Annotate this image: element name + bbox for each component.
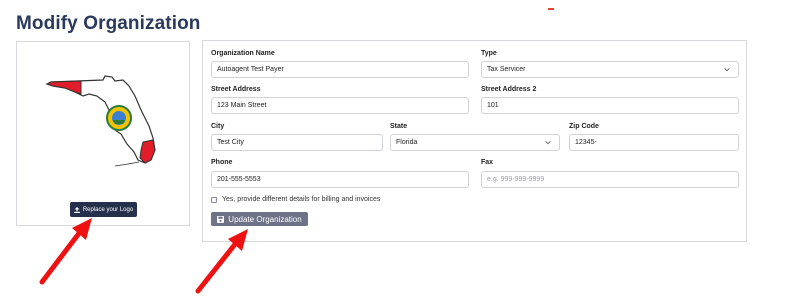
org-name-input[interactable]: Autoagent Test Payer (211, 61, 469, 78)
page-title: Modify Organization (16, 13, 201, 34)
phone-input[interactable]: 201-555-5553 (211, 171, 469, 188)
org-name-value: Autoagent Test Payer (217, 66, 284, 73)
decorative-dash (548, 8, 554, 10)
billing-checkbox[interactable] (211, 196, 217, 203)
save-icon (217, 215, 225, 223)
organization-logo (45, 75, 156, 167)
zip-value: 12345- (575, 139, 597, 146)
billing-checkbox-row[interactable]: Yes, provide different details for billi… (211, 196, 380, 203)
annotation-arrow-icon (195, 229, 248, 294)
street2-label: Street Address 2 (481, 86, 537, 93)
fax-label: Fax (481, 159, 494, 166)
org-name-label: Organization Name (211, 50, 275, 57)
zip-label: Zip Code (569, 123, 599, 130)
state-label: State (390, 123, 408, 130)
type-label: Type (481, 50, 497, 57)
zip-input[interactable]: 12345- (569, 134, 739, 151)
logo-card: Replace your Logo (16, 41, 190, 226)
state-value: Florida (396, 139, 418, 146)
chevron-down-icon (724, 67, 730, 72)
annotation-arrow-icon (39, 218, 92, 285)
organization-form: Organization Name Autoagent Test Payer T… (202, 40, 747, 242)
phone-value: 201-555-5553 (217, 176, 261, 183)
street1-input[interactable]: 123 Main Street (211, 97, 469, 114)
florida-map-icon (45, 75, 156, 164)
billing-checkbox-label: Yes, provide different details for billi… (222, 196, 381, 203)
street2-value: 101 (487, 102, 499, 109)
fax-input[interactable]: e.g. 999-999-9999 (481, 171, 739, 188)
update-organization-button[interactable]: Update Organization (211, 212, 308, 226)
state-select[interactable]: Florida (390, 134, 560, 151)
replace-logo-label: Replace your Logo (82, 206, 134, 213)
chevron-down-icon (545, 140, 551, 145)
fax-placeholder: e.g. 999-999-9999 (487, 176, 545, 183)
street2-input[interactable]: 101 (481, 97, 739, 114)
type-select[interactable]: Tax Servicer (481, 61, 739, 78)
street1-value: 123 Main Street (217, 102, 267, 109)
type-value: Tax Servicer (487, 66, 526, 73)
update-organization-label: Update Organization (228, 214, 302, 224)
street1-label: Street Address (211, 86, 261, 93)
city-input[interactable]: Test City (211, 134, 383, 151)
upload-icon (73, 206, 80, 213)
city-label: City (211, 123, 225, 130)
city-value: Test City (217, 139, 244, 146)
phone-label: Phone (211, 159, 233, 166)
